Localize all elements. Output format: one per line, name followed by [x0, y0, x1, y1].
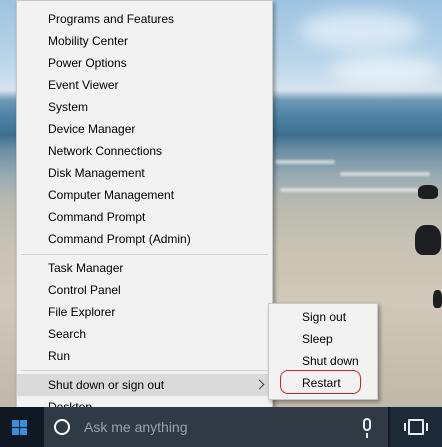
menu-item-control-panel[interactable]: Control Panel — [17, 279, 272, 301]
windows-logo-icon — [12, 420, 27, 435]
menu-item-network-connections[interactable]: Network Connections — [17, 140, 272, 162]
cortana-circle-icon — [54, 419, 70, 435]
search-placeholder: Ask me anything — [84, 419, 188, 435]
start-button[interactable] — [0, 407, 42, 447]
menu-item-computer-management[interactable]: Computer Management — [17, 184, 272, 206]
cloud — [300, 10, 420, 50]
menu-item-command-prompt[interactable]: Command Prompt — [17, 206, 272, 228]
menu-separator — [21, 370, 268, 371]
cloud — [330, 55, 440, 85]
submenu-item-sign-out[interactable]: Sign out — [269, 306, 377, 328]
menu-item-search[interactable]: Search — [17, 323, 272, 345]
menu-item-shut-down-or-sign-out[interactable]: Shut down or sign out — [17, 374, 272, 396]
dog-silhouette — [433, 290, 442, 308]
dog-silhouette — [418, 185, 438, 199]
task-view-button[interactable] — [390, 407, 442, 447]
wave — [280, 188, 420, 192]
power-user-menu: Programs and Features Mobility Center Po… — [16, 0, 273, 420]
menu-item-programs-and-features[interactable]: Programs and Features — [17, 8, 272, 30]
menu-item-disk-management[interactable]: Disk Management — [17, 162, 272, 184]
menu-item-system[interactable]: System — [17, 96, 272, 118]
menu-item-event-viewer[interactable]: Event Viewer — [17, 74, 272, 96]
shut-down-label: Shut down or sign out — [48, 378, 165, 392]
submenu-item-sleep[interactable]: Sleep — [269, 328, 377, 350]
menu-item-task-manager[interactable]: Task Manager — [17, 257, 272, 279]
search-box[interactable]: Ask me anything — [44, 407, 388, 447]
wave — [340, 172, 430, 176]
menu-item-run[interactable]: Run — [17, 345, 272, 367]
chevron-right-icon — [254, 379, 265, 390]
menu-item-power-options[interactable]: Power Options — [17, 52, 272, 74]
taskbar: Ask me anything — [0, 407, 442, 447]
menu-item-mobility-center[interactable]: Mobility Center — [17, 30, 272, 52]
task-view-icon — [404, 419, 428, 435]
menu-item-file-explorer[interactable]: File Explorer — [17, 301, 272, 323]
wave — [275, 160, 335, 164]
menu-item-command-prompt-admin[interactable]: Command Prompt (Admin) — [17, 228, 272, 250]
menu-separator — [21, 254, 268, 255]
menu-item-device-manager[interactable]: Device Manager — [17, 118, 272, 140]
submenu-item-shut-down[interactable]: Shut down — [269, 350, 377, 372]
microphone-icon[interactable] — [363, 418, 371, 438]
restart-highlight-outline — [280, 370, 361, 394]
dog-silhouette — [415, 225, 441, 255]
